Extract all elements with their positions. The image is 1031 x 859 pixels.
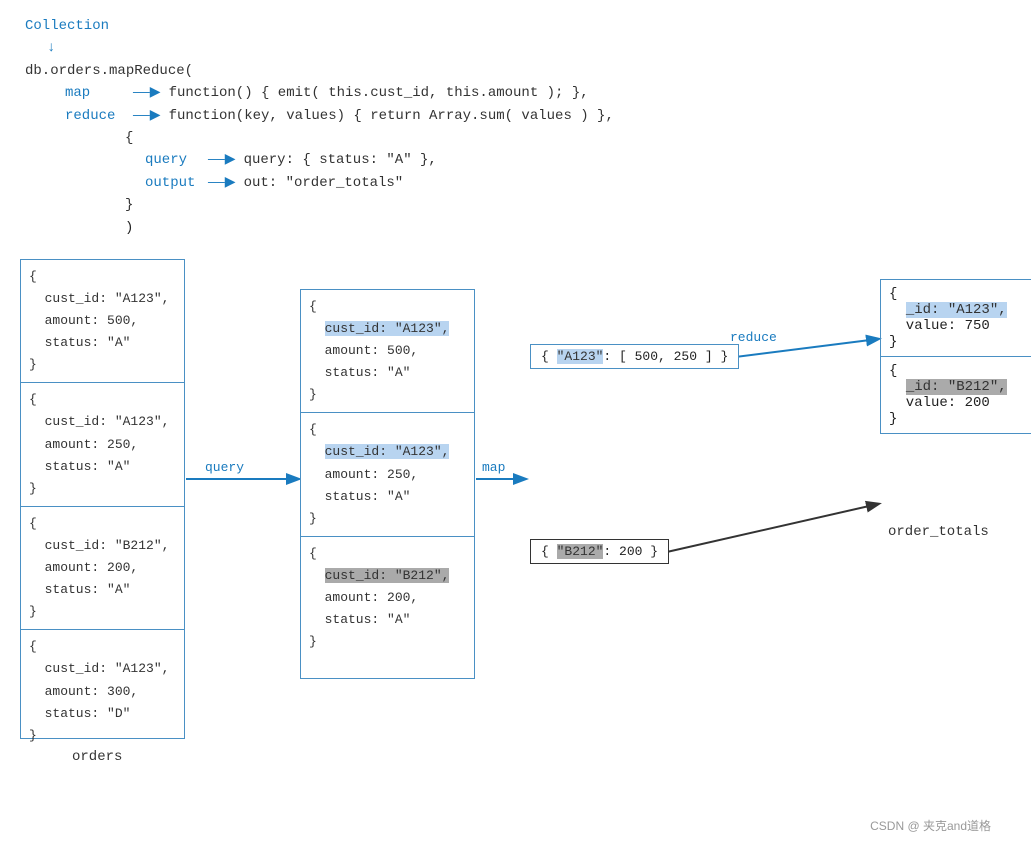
map-param-row: map ——▶ function() { emit( this.cust_id,… bbox=[65, 82, 1011, 104]
output-id-b212: _id: "B212", bbox=[906, 379, 1007, 395]
map-arrow-icon: ——▶ bbox=[133, 82, 161, 104]
collection-label: Collection bbox=[25, 18, 109, 34]
output-record-a123: { _id: "A123", value: 750 } bbox=[881, 280, 1031, 357]
map-result-a123: { "A123": [ 500, 250 ] } bbox=[530, 344, 739, 369]
options-close: } bbox=[125, 194, 1011, 216]
svg-text:reduce: reduce bbox=[730, 330, 777, 345]
order-totals-label: order_totals bbox=[888, 524, 989, 540]
map-label: map bbox=[65, 82, 125, 104]
orders-box: { cust_id: "A123", amount: 500, status: … bbox=[20, 259, 185, 739]
highlight-a123-2: cust_id: "A123", bbox=[325, 444, 450, 459]
map-key-a123: "A123" bbox=[557, 349, 604, 364]
highlight-a123-1: cust_id: "A123", bbox=[325, 321, 450, 336]
output-arrow-icon: ——▶ bbox=[208, 172, 236, 194]
reduce-param-row: reduce ——▶ function(key, values) { retur… bbox=[65, 105, 1011, 127]
svg-text:query: query bbox=[205, 460, 244, 475]
code-line-1: db.orders.mapReduce( bbox=[25, 60, 1011, 82]
query-param-row: query ——▶ query: { status: "A" }, bbox=[145, 149, 1011, 171]
orders-label: orders bbox=[72, 749, 122, 765]
output-record-b212: { _id: "B212", value: 200 } bbox=[881, 357, 1031, 433]
order-record-1: { cust_id: "A123", amount: 500, status: … bbox=[21, 260, 184, 383]
order-record-4: { cust_id: "A123", amount: 300, status: … bbox=[21, 630, 184, 752]
options-block: { query ——▶ query: { status: "A" }, outp… bbox=[125, 127, 1011, 217]
output-param-row: output ——▶ out: "order_totals" bbox=[145, 172, 1011, 194]
watermark: CSDN @ 夹克and道格 bbox=[870, 817, 991, 834]
output-label: output bbox=[145, 172, 200, 194]
reduce-value: function(key, values) { return Array.sum… bbox=[169, 105, 614, 127]
filtered-record-3: { cust_id: "B212", amount: 200, status: … bbox=[301, 537, 474, 659]
output-value: out: "order_totals" bbox=[244, 172, 404, 194]
reduce-label: reduce bbox=[65, 105, 125, 127]
highlight-b212: cust_id: "B212", bbox=[325, 568, 450, 583]
map-key-b212: "B212" bbox=[557, 544, 604, 559]
filtered-record-2: { cust_id: "A123", amount: 250, status: … bbox=[301, 413, 474, 536]
svg-text:map: map bbox=[482, 460, 505, 475]
options-open: { bbox=[125, 127, 1011, 149]
order-record-2: { cust_id: "A123", amount: 250, status: … bbox=[21, 383, 184, 506]
query-arrow-icon: ——▶ bbox=[208, 149, 236, 171]
query-label: query bbox=[145, 149, 200, 171]
filtered-box: { cust_id: "A123", amount: 500, status: … bbox=[300, 289, 475, 679]
diagram-section: query map reduce { cust_id: "A123", amou… bbox=[20, 259, 1011, 839]
output-id-a123: _id: "A123", bbox=[906, 302, 1007, 318]
reduce-arrow-icon: ——▶ bbox=[133, 105, 161, 127]
close-paren: ) bbox=[125, 217, 1011, 239]
code-section: Collection ↓ db.orders.mapReduce( map ——… bbox=[25, 15, 1011, 239]
map-result-b212: { "B212": 200 } bbox=[530, 539, 669, 564]
filtered-record-1: { cust_id: "A123", amount: 500, status: … bbox=[301, 290, 474, 413]
map-value: function() { emit( this.cust_id, this.am… bbox=[169, 82, 589, 104]
order-record-3: { cust_id: "B212", amount: 200, status: … bbox=[21, 507, 184, 630]
query-value: query: { status: "A" }, bbox=[244, 149, 437, 171]
arrow-down-icon: ↓ bbox=[47, 37, 1011, 59]
output-box: { _id: "A123", value: 750 } { _id: "B212… bbox=[880, 279, 1031, 434]
